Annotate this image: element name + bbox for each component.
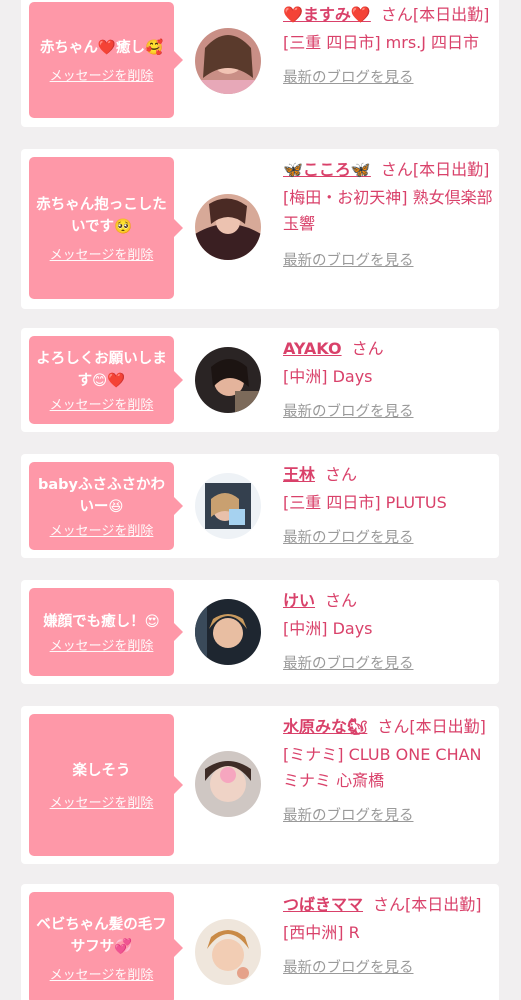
honorific: さん: [325, 591, 358, 610]
cast-info: AYAKO さん [中洲] Days 最新のブログを見る: [283, 336, 495, 421]
delete-message-link[interactable]: メッセージを削除: [50, 394, 154, 413]
message-text: babyふさふさかわいー😆: [38, 476, 165, 515]
avatar[interactable]: [195, 751, 261, 817]
message-bubble: 楽しそう メッセージを削除: [29, 714, 183, 856]
name-line: ❤️ますみ❤️ さん[本日出勤]: [283, 2, 495, 28]
delete-message-link[interactable]: メッセージを削除: [50, 65, 154, 84]
cast-name-link[interactable]: 王林: [283, 465, 315, 484]
message-bubble: 赤ちゃん❤️癒し🥰 メッセージを削除: [29, 2, 183, 118]
message-bubble: 嫌顔でも癒し！😍 メッセージを削除: [29, 588, 183, 676]
latest-blog-link[interactable]: 最新のブログを見る: [283, 804, 414, 825]
shop-info: [三重 四日市] mrs.J 四日市: [283, 33, 480, 52]
shop-info: [中洲] Days: [283, 367, 373, 386]
shop-info: [三重 四日市] PLUTUS: [283, 493, 447, 512]
name-line: けい さん: [283, 588, 495, 614]
honorific: さん: [380, 5, 413, 24]
avatar[interactable]: [195, 28, 261, 94]
delete-message-link[interactable]: メッセージを削除: [50, 635, 154, 654]
message-card: 赤ちゃん抱っこしたいです🥺 メッセージを削除 🦋こころ🦋 さん[本日出勤] [梅田…: [21, 149, 499, 309]
cast-info: 王林 さん [三重 四日市] PLUTUS 最新のブログを見る: [283, 462, 495, 547]
honorific: さん: [373, 895, 406, 914]
cast-info: けい さん [中洲] Days 最新のブログを見る: [283, 588, 495, 673]
message-card: よろしくお願いします😊❤️ メッセージを削除 AYAKO さん [中洲] Days…: [21, 328, 499, 432]
latest-blog-link[interactable]: 最新のブログを見る: [283, 249, 414, 270]
avatar[interactable]: [195, 599, 261, 665]
cast-name-link[interactable]: ❤️ますみ❤️: [283, 5, 371, 24]
message-text: ベビちゃん髪の毛フサフサ💞: [36, 916, 167, 955]
avatar[interactable]: [195, 919, 261, 985]
message-text: 赤ちゃん❤️癒し🥰: [39, 39, 164, 56]
delete-message-link[interactable]: メッセージを削除: [50, 520, 154, 539]
message-card: ベビちゃん髪の毛フサフサ💞 メッセージを削除 つばきママ さん[本日出勤] [西中…: [21, 884, 499, 1000]
cast-name-link[interactable]: つばきママ: [283, 895, 363, 914]
name-line: AYAKO さん: [283, 336, 495, 362]
message-card: 嫌顔でも癒し！😍 メッセージを削除 けい さん [中洲] Days 最新のブログを…: [21, 580, 499, 684]
latest-blog-link[interactable]: 最新のブログを見る: [283, 526, 414, 547]
message-card: 楽しそう メッセージを削除 水原みな🐿 さん[本日出勤] [ミナミ] CLUB O…: [21, 706, 499, 864]
message-bubble: 赤ちゃん抱っこしたいです🥺 メッセージを削除: [29, 157, 183, 299]
shop-info: [ミナミ] CLUB ONE CHAN ミナミ 心斎橋: [283, 745, 482, 790]
message-list-page: 赤ちゃん❤️癒し🥰 メッセージを削除 ❤️ますみ❤️ さん[本日出勤] [三重 四…: [0, 0, 521, 1000]
honorific: さん: [351, 339, 384, 358]
message-text: よろしくお願いします😊❤️: [36, 350, 167, 389]
message-text: 楽しそう: [72, 762, 131, 779]
latest-blog-link[interactable]: 最新のブログを見る: [283, 652, 414, 673]
work-status: [本日出勤]: [412, 5, 490, 24]
delete-message-link[interactable]: メッセージを削除: [50, 244, 154, 263]
work-status: [本日出勤]: [412, 160, 490, 179]
name-line: 🦋こころ🦋 さん[本日出勤]: [283, 157, 495, 183]
name-line: つばきママ さん[本日出勤]: [283, 892, 495, 918]
cast-info: ❤️ますみ❤️ さん[本日出勤] [三重 四日市] mrs.J 四日市 最新のブロ…: [283, 2, 495, 87]
shop-info: [梅田・お初天神] 熟女倶楽部 玉響: [283, 188, 493, 233]
avatar[interactable]: [195, 473, 261, 539]
cast-info: 水原みな🐿 さん[本日出勤] [ミナミ] CLUB ONE CHAN ミナミ 心斎…: [283, 714, 495, 825]
honorific: さん: [380, 160, 413, 179]
latest-blog-link[interactable]: 最新のブログを見る: [283, 400, 414, 421]
message-bubble: babyふさふさかわいー😆 メッセージを削除: [29, 462, 183, 550]
honorific: さん: [377, 717, 410, 736]
name-line: 王林 さん: [283, 462, 495, 488]
cast-info: 🦋こころ🦋 さん[本日出勤] [梅田・お初天神] 熟女倶楽部 玉響 最新のブログを…: [283, 157, 495, 270]
cast-name-link[interactable]: 🦋こころ🦋: [283, 160, 371, 179]
message-card: 赤ちゃん❤️癒し🥰 メッセージを削除 ❤️ますみ❤️ さん[本日出勤] [三重 四…: [21, 0, 499, 127]
latest-blog-link[interactable]: 最新のブログを見る: [283, 66, 414, 87]
delete-message-link[interactable]: メッセージを削除: [50, 792, 154, 811]
message-bubble: ベビちゃん髪の毛フサフサ💞 メッセージを削除: [29, 892, 183, 1000]
message-text: 赤ちゃん抱っこしたいです🥺: [36, 196, 167, 235]
cast-name-link[interactable]: けい: [283, 591, 315, 610]
honorific: さん: [325, 465, 358, 484]
avatar[interactable]: [195, 347, 261, 413]
message-text: 嫌顔でも癒し！😍: [43, 613, 160, 630]
cast-name-link[interactable]: 水原みな🐿: [283, 717, 367, 736]
message-bubble: よろしくお願いします😊❤️ メッセージを削除: [29, 336, 183, 424]
name-line: 水原みな🐿 さん[本日出勤]: [283, 714, 495, 740]
avatar[interactable]: [195, 194, 261, 260]
shop-info: [中洲] Days: [283, 619, 373, 638]
message-card: babyふさふさかわいー😆 メッセージを削除 王林 さん [三重 四日市] PLU…: [21, 454, 499, 558]
latest-blog-link[interactable]: 最新のブログを見る: [283, 956, 414, 977]
cast-info: つばきママ さん[本日出勤] [西中洲] R 最新のブログを見る: [283, 892, 495, 977]
work-status: [本日出勤]: [409, 717, 486, 736]
shop-info: [西中洲] R: [283, 923, 360, 942]
work-status: [本日出勤]: [405, 895, 482, 914]
delete-message-link[interactable]: メッセージを削除: [50, 964, 154, 983]
cast-name-link[interactable]: AYAKO: [283, 339, 342, 358]
